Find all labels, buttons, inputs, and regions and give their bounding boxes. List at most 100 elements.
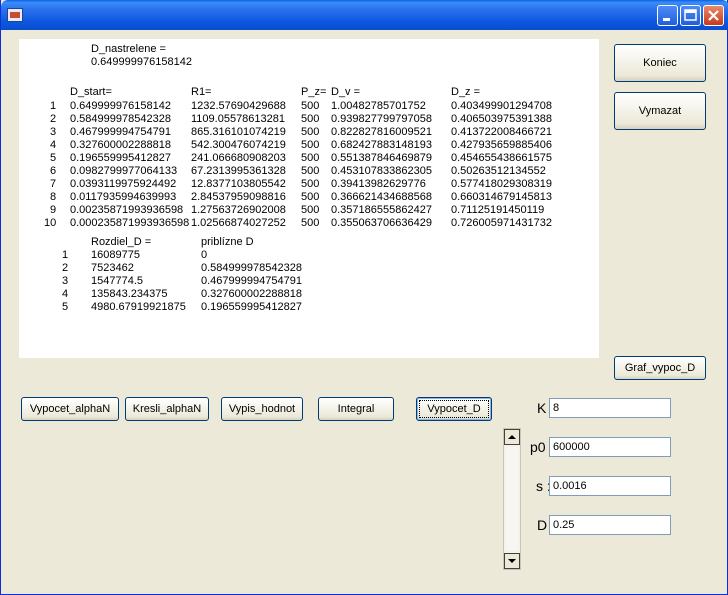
minimize-icon	[663, 18, 670, 21]
row2-rozdiel: 135843.234375	[91, 288, 168, 300]
row-d-v: 0.355063706636429	[331, 217, 432, 229]
p0-label: p0	[530, 439, 546, 455]
maximize-button[interactable]	[680, 5, 701, 26]
header-p-z: P_z=	[301, 86, 327, 98]
integral-button[interactable]: Integral	[318, 397, 394, 421]
d-input[interactable]	[549, 515, 671, 535]
minimize-button[interactable]	[657, 5, 678, 26]
row2-index: 5	[62, 301, 69, 313]
scroll-down-button[interactable]	[504, 553, 520, 569]
k-input[interactable]	[549, 398, 671, 418]
row2-rozdiel: 7523462	[91, 262, 134, 274]
row-index: 10	[44, 217, 57, 229]
row2-priblizne: 0.584999978542328	[201, 262, 302, 274]
header-d-start: D_start=	[70, 86, 112, 98]
row2-index: 4	[62, 288, 69, 300]
row-d-start: 0.467999994754791	[70, 126, 171, 138]
d-nastrelene-label: D_nastrelene =	[91, 43, 166, 55]
row-d-z: 0.660314679145813	[451, 191, 552, 203]
row-d-v: 1.00482785701752	[331, 100, 426, 112]
row-d-start: 0.196559995412827	[70, 152, 171, 164]
row-d-v: 0.453107833862305	[331, 165, 432, 177]
row-p-z: 500	[301, 204, 320, 216]
row-index: 8	[50, 191, 57, 203]
row-d-start: 0.649999976158142	[70, 100, 171, 112]
row-p-z: 500	[301, 126, 320, 138]
row-d-start: 0.0393119975924492	[70, 178, 177, 190]
header-d-z: D_z =	[451, 86, 481, 98]
row-p-z: 500	[301, 100, 320, 112]
row-r1: 67.2313995361328	[191, 165, 286, 177]
row-index: 3	[50, 126, 57, 138]
row-index: 6	[50, 165, 57, 177]
title-bar[interactable]	[1, 0, 728, 30]
row-d-z: 0.577418029308319	[451, 178, 552, 190]
row-r1: 2.84537959098816	[191, 191, 286, 203]
header-r1: R1=	[191, 86, 212, 98]
kresli-alphan-button[interactable]: Kresli_alphaN	[125, 397, 209, 421]
close-icon	[708, 10, 719, 21]
header-rozdiel: Rozdiel_D =	[91, 236, 152, 248]
row-d-v: 0.39413982629776	[331, 178, 426, 190]
row2-index: 2	[62, 262, 69, 274]
row-d-z: 0.427935659885406	[451, 139, 552, 151]
vypis-hodnot-button[interactable]: Vypis_hodnot	[221, 397, 303, 421]
s-input[interactable]	[549, 476, 671, 496]
row-index: 7	[50, 178, 57, 190]
row-r1: 1232.57690429688	[191, 100, 286, 112]
row-r1: 1.27563726902008	[191, 204, 286, 216]
row-d-v: 0.366621434688568	[331, 191, 432, 203]
row-p-z: 500	[301, 178, 320, 190]
row-p-z: 500	[301, 165, 320, 177]
koniec-button[interactable]: Koniec	[614, 44, 706, 82]
header-priblizne: priblízne D	[201, 236, 254, 248]
row-d-start: 0.000235871993936598	[70, 217, 190, 229]
graf-vypoc-d-button[interactable]: Graf_vypoc_D	[614, 356, 706, 380]
row-d-z: 0.406503975391388	[451, 113, 552, 125]
row-d-v: 0.822827816009521	[331, 126, 432, 138]
scroll-track[interactable]	[506, 447, 518, 551]
row-d-z: 0.71125191450119	[451, 204, 545, 216]
app-icon[interactable]	[7, 8, 23, 22]
vertical-scrollbar[interactable]	[503, 428, 521, 570]
row-p-z: 500	[301, 113, 320, 125]
row-p-z: 500	[301, 152, 320, 164]
close-button[interactable]	[703, 5, 724, 26]
scroll-up-button[interactable]	[504, 429, 520, 445]
header-d-v: D_v =	[331, 86, 361, 98]
row-d-v: 0.357186555862427	[331, 204, 432, 216]
row-d-start: 0.327600002288818	[70, 139, 171, 151]
row2-rozdiel: 4980.67919921875	[91, 301, 186, 313]
row-d-start: 0.0982799977064133	[70, 165, 178, 177]
row-r1: 241.066680908203	[191, 152, 286, 164]
row-r1: 12.8377103805542	[191, 178, 286, 190]
row2-priblizne: 0.196559995412827	[201, 301, 302, 313]
row-p-z: 500	[301, 191, 320, 203]
vypocet-d-button[interactable]: Vypocet_D	[416, 397, 492, 421]
row-d-z: 0.454655438661575	[451, 152, 552, 164]
output-list[interactable]: D_nastrelene = 0.649999976158142 D_start…	[19, 39, 599, 358]
row-d-start: 0.0117935994639993	[70, 191, 177, 203]
row-d-start: 0.584999978542328	[70, 113, 171, 125]
vymazat-button[interactable]: Vymazat	[614, 92, 706, 130]
row-index: 4	[50, 139, 57, 151]
row2-index: 1	[62, 249, 69, 261]
vypocet-alphan-button[interactable]: Vypocet_alphaN	[21, 397, 119, 421]
arrow-up-icon	[508, 435, 516, 439]
row-d-z: 0.726005971431732	[451, 217, 552, 229]
row-r1: 542.300476074219	[191, 139, 286, 151]
d-label: D	[537, 517, 548, 533]
row-d-z: 0.413722008466721	[451, 126, 552, 138]
p0-input[interactable]	[549, 437, 671, 457]
row-index: 9	[50, 204, 57, 216]
row-r1: 865.316101074219	[191, 126, 286, 138]
row-d-v: 0.551387846469879	[331, 152, 432, 164]
row2-priblizne: 0.327600002288818	[201, 288, 302, 300]
maximize-icon	[684, 9, 697, 21]
row-d-v: 0.939827799797058	[331, 113, 432, 125]
row-r1: 1.02566874027252	[191, 217, 286, 229]
row2-rozdiel: 1547774.5	[91, 275, 143, 287]
row-index: 2	[50, 113, 57, 125]
row-index: 5	[50, 152, 57, 164]
row2-priblizne: 0	[201, 249, 208, 261]
